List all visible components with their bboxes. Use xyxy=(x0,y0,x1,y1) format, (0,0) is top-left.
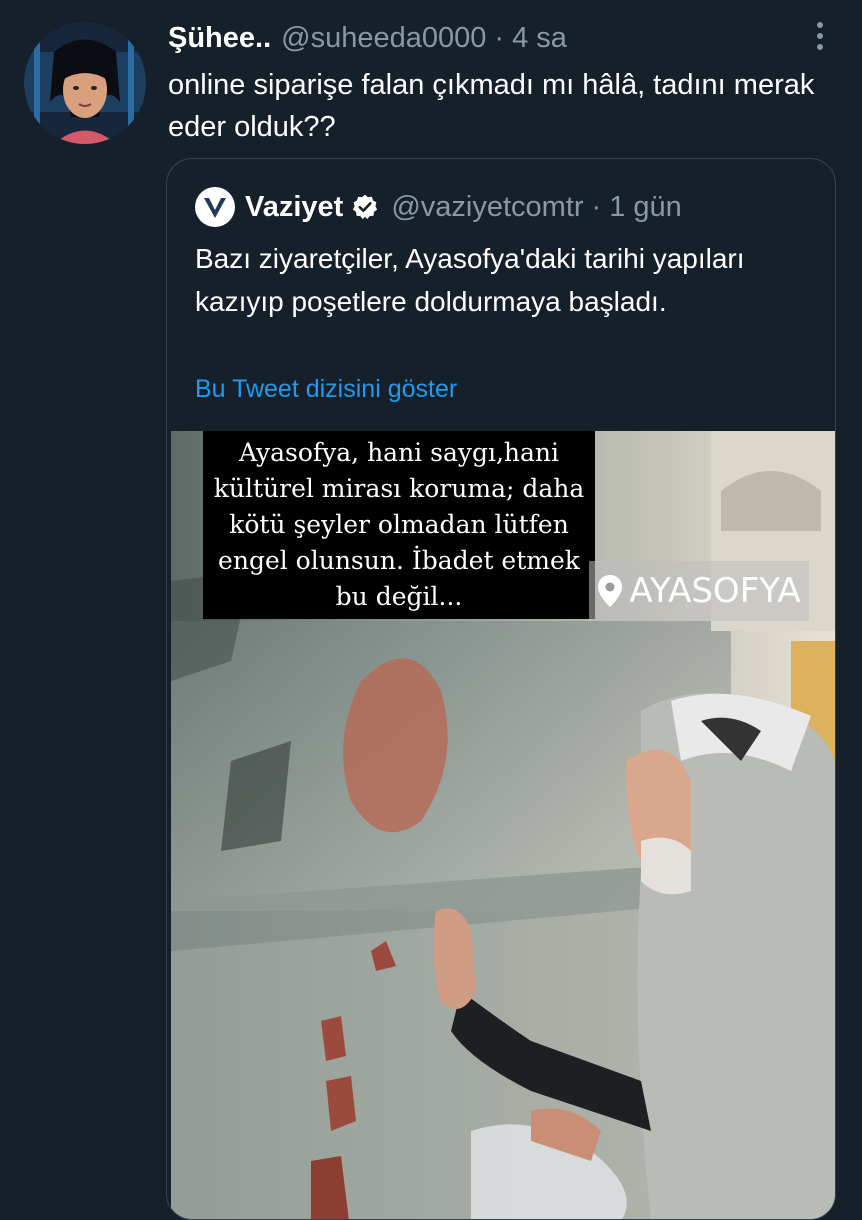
author-name[interactable]: Şühee.. xyxy=(168,22,271,55)
location-label: AYASOFYA xyxy=(629,571,801,611)
quoted-header: Vaziyet @vaziyetcomtr · 1 gün xyxy=(195,185,682,229)
quoted-avatar xyxy=(195,187,235,227)
more-options-icon[interactable] xyxy=(806,18,834,54)
avatar[interactable] xyxy=(24,22,146,144)
quoted-media[interactable]: Ayasofya, hani saygı,hani kültürel miras… xyxy=(171,431,835,1219)
verified-badge-icon xyxy=(353,194,378,220)
quoted-author-name: Vaziyet xyxy=(245,190,344,223)
vaziyet-logo-icon xyxy=(204,198,226,218)
separator-dot: · xyxy=(494,21,505,54)
reply-header: Şühee.. @suheeda0000 · 4 sa xyxy=(168,18,567,58)
location-pin-icon xyxy=(598,575,623,607)
author-handle[interactable]: @suheeda0000 xyxy=(281,22,486,55)
quoted-author-handle: @vaziyetcomtr xyxy=(391,190,584,223)
quoted-separator-dot: · xyxy=(591,190,602,223)
timestamp[interactable]: 4 sa xyxy=(512,22,567,55)
tweet-text: online siparişe falan çıkmadı mı hâlâ, t… xyxy=(168,69,815,143)
show-thread-link[interactable]: Bu Tweet dizisini göster xyxy=(195,375,457,404)
location-tag: AYASOFYA xyxy=(589,561,809,621)
quoted-text: Bazı ziyaretçiler, Ayasofya'daki tarihi … xyxy=(195,243,745,317)
quoted-timestamp: 1 gün xyxy=(609,190,682,223)
media-caption: Ayasofya, hani saygı,hani kültürel miras… xyxy=(203,431,595,619)
quoted-tweet[interactable]: Vaziyet @vaziyetcomtr · 1 gün Bazı ziyar… xyxy=(166,158,836,1220)
avatar-image xyxy=(24,22,146,144)
